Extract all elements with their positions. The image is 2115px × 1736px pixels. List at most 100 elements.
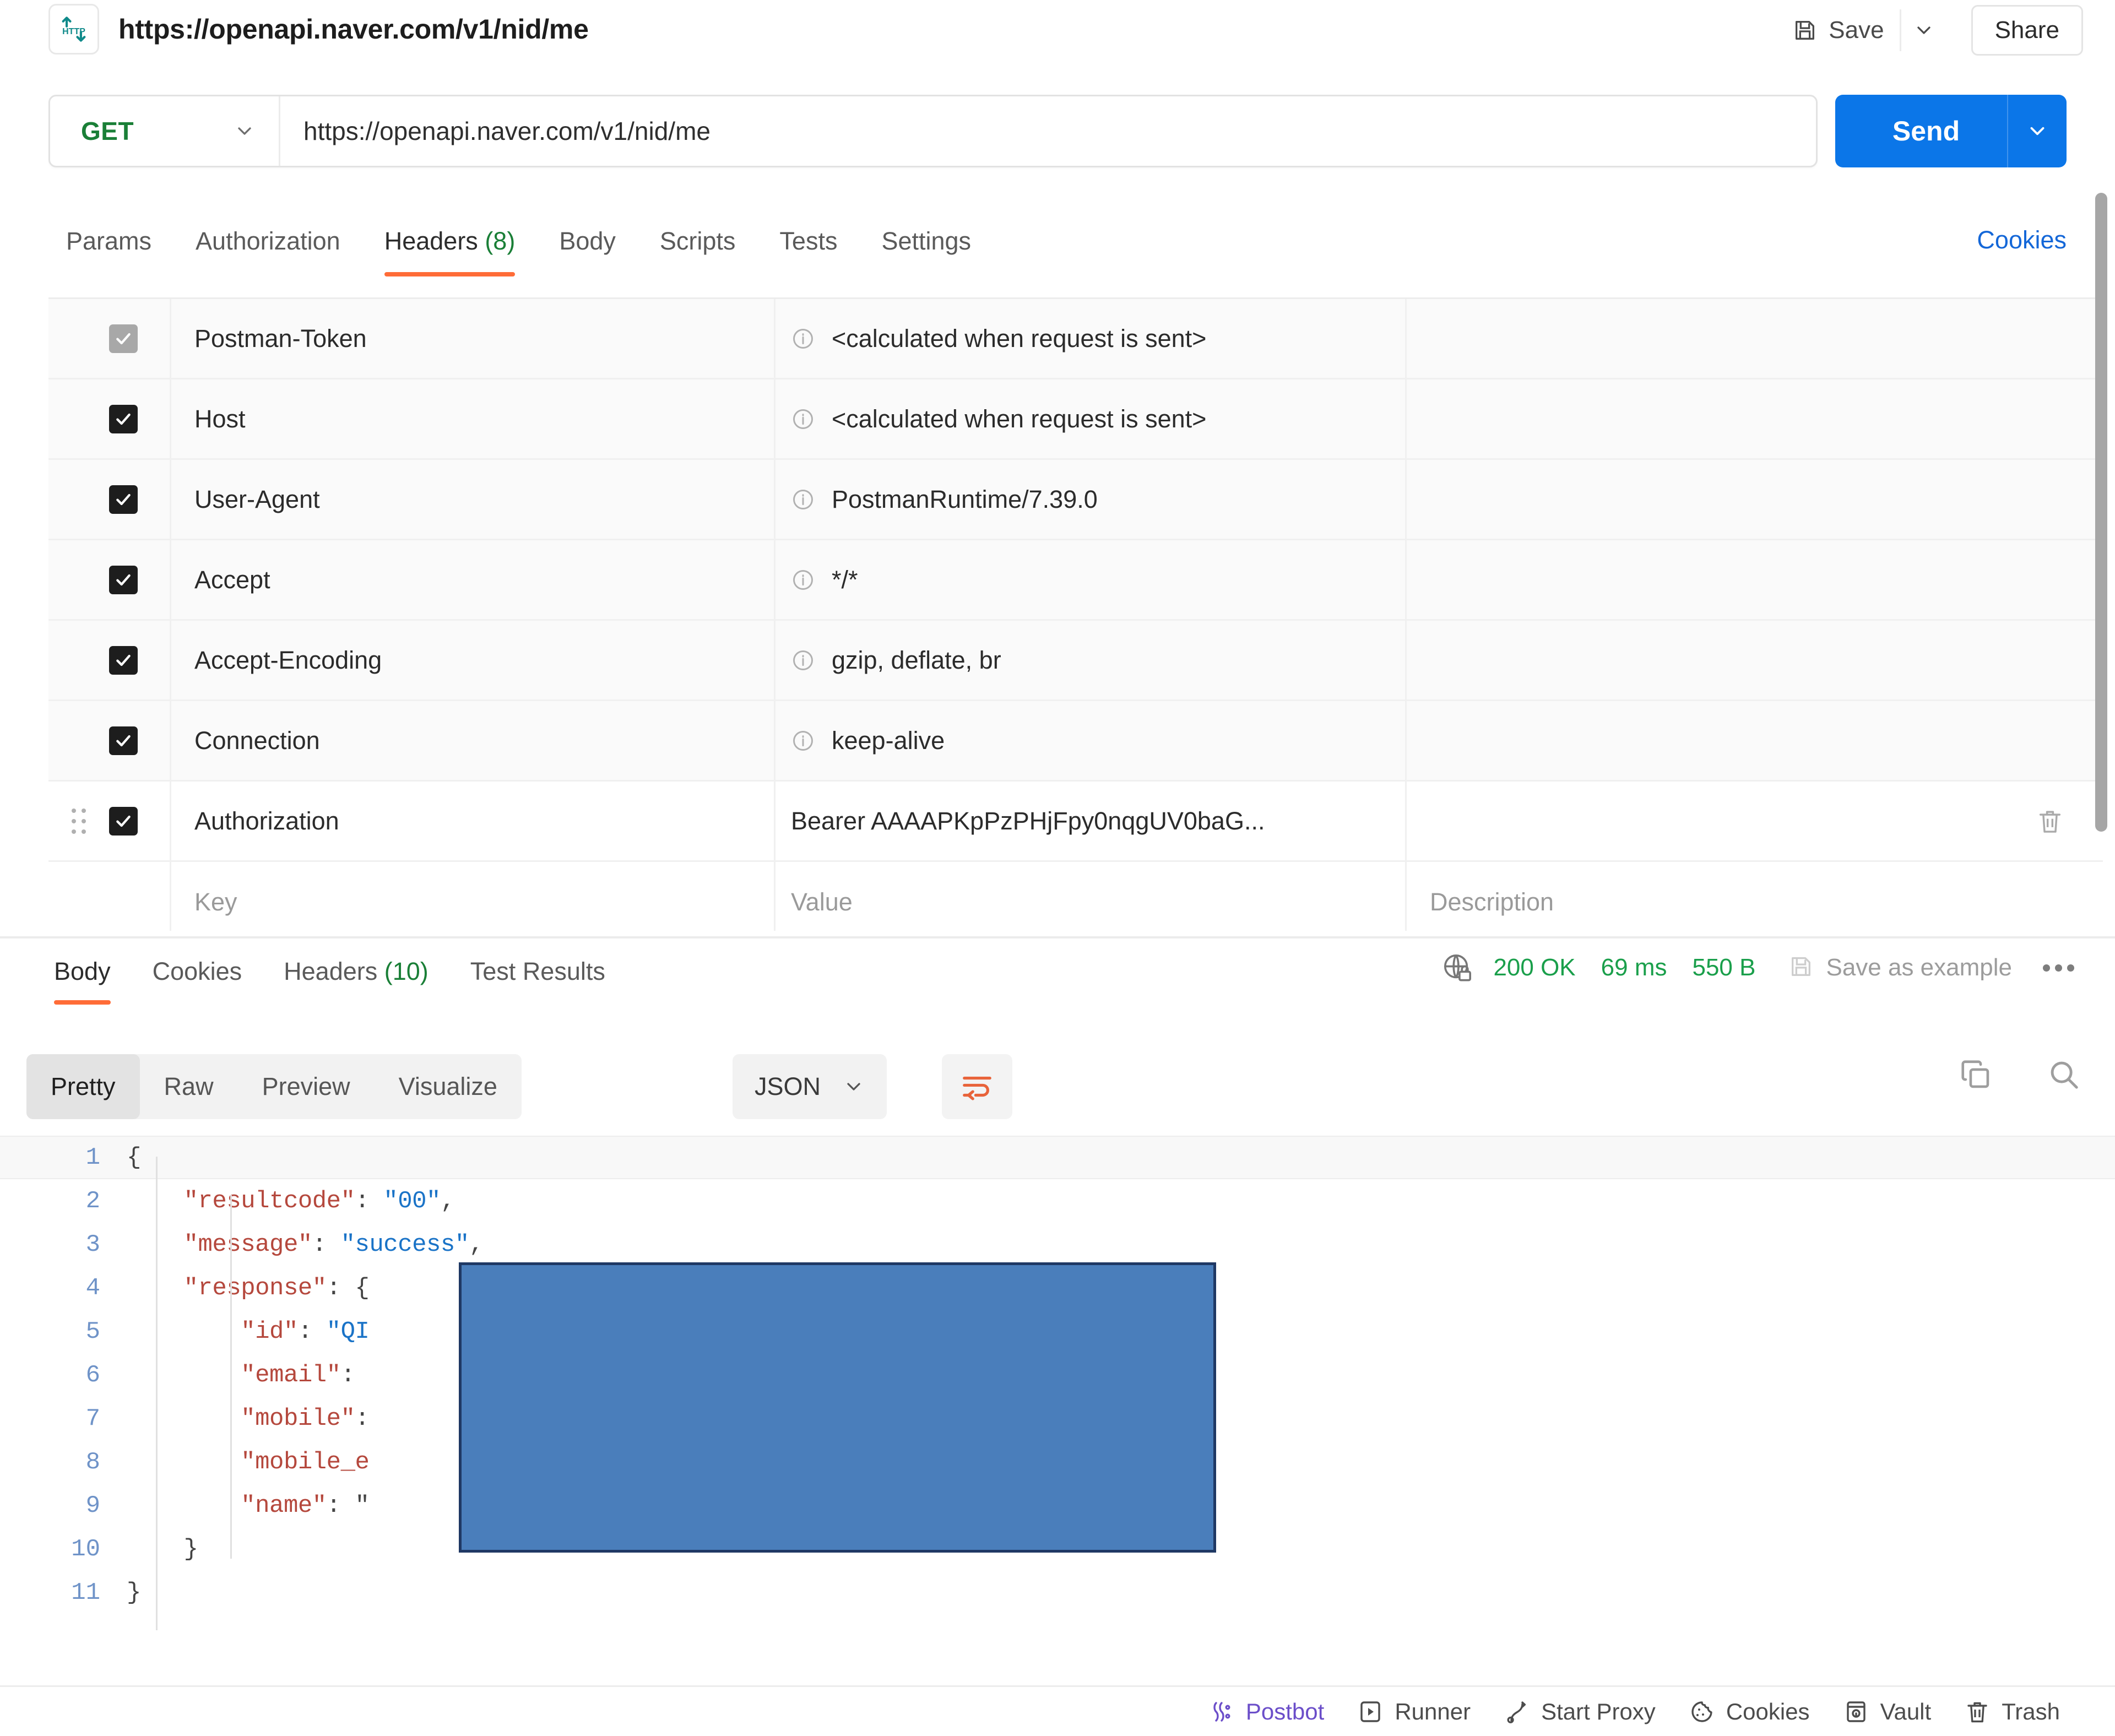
code-line-number: 11	[71, 1578, 100, 1607]
bottom-status-bar: Postbot Runner Start Proxy Cookies Vault Tras…	[0, 1685, 2115, 1736]
http-method-select[interactable]: GET	[50, 96, 280, 166]
header-value-text: PostmanRuntime/7.39.0	[832, 485, 1098, 513]
header-value-cell[interactable]: gzip, deflate, br	[776, 621, 1407, 699]
header-description-cell[interactable]	[1407, 540, 2103, 619]
send-button[interactable]: Send	[1835, 115, 2007, 147]
bottom-bar-postbot[interactable]: Postbot	[1192, 1693, 1341, 1730]
header-description-cell[interactable]	[1407, 701, 2103, 780]
header-description-cell[interactable]	[1407, 460, 2103, 539]
header-value-cell[interactable]: keep-alive	[776, 701, 1407, 780]
code-line-text: }	[127, 1535, 198, 1563]
copy-icon[interactable]	[1959, 1057, 1993, 1092]
trash-icon[interactable]	[2036, 806, 2064, 837]
response-tab-headers[interactable]: Headers (10)	[263, 946, 449, 1005]
header-enable-checkbox-cell	[109, 540, 170, 619]
response-tab-test-results[interactable]: Test Results	[449, 946, 626, 1005]
response-view-raw[interactable]: Raw	[140, 1054, 238, 1119]
response-tab-cookies[interactable]: Cookies	[132, 946, 263, 1005]
response-format-select[interactable]: JSON	[733, 1054, 887, 1119]
bottom-bar-vault[interactable]: Vault	[1826, 1693, 1948, 1730]
header-enable-checkbox[interactable]	[109, 565, 138, 594]
header-key-cell[interactable]: Accept-Encoding	[170, 621, 776, 699]
header-enable-checkbox[interactable]	[109, 806, 138, 836]
wrap-lines-button[interactable]	[942, 1054, 1012, 1119]
header-description-cell[interactable]	[1407, 782, 2103, 860]
header-description-input[interactable]: Description	[1407, 862, 2103, 931]
response-view-visualize[interactable]: Visualize	[375, 1054, 522, 1119]
header-description-cell[interactable]	[1407, 299, 2103, 378]
header-enable-checkbox[interactable]	[109, 404, 138, 433]
code-line-text: }	[127, 1578, 141, 1607]
send-button-group: Send	[1835, 95, 2067, 167]
share-button[interactable]: Share	[1971, 5, 2083, 56]
header-enable-checkbox-cell	[109, 460, 170, 539]
headers-table-scrollbar[interactable]	[2095, 193, 2107, 832]
header-key-cell[interactable]: Host	[170, 379, 776, 458]
header-key-cell[interactable]: Accept	[170, 540, 776, 619]
active-tab-underline	[54, 1000, 111, 1005]
code-line-number: 2	[85, 1187, 100, 1215]
request-tab-body[interactable]: Body	[537, 220, 638, 276]
response-body-toolbar: Pretty Raw Preview Visualize JSON	[0, 1046, 2115, 1135]
header-enable-checkbox-cell	[109, 299, 170, 378]
request-cookies-link[interactable]: Cookies	[1977, 226, 2067, 254]
request-tab-headers[interactable]: Headers (8)	[362, 220, 538, 276]
header-value-text: keep-alive	[832, 726, 945, 755]
header-row: User-Agent PostmanRuntime/7.39.0	[48, 460, 2103, 540]
header-enable-checkbox[interactable]	[109, 645, 138, 675]
tab-label: Test Results	[470, 957, 605, 985]
save-button[interactable]: Save	[1780, 9, 1896, 52]
tab-label: Settings	[881, 227, 972, 255]
header-description-cell[interactable]	[1407, 621, 2103, 699]
header-key-input[interactable]: Key	[170, 862, 776, 931]
header-value-cell[interactable]: */*	[776, 540, 1407, 619]
save-as-example-button[interactable]: Save as example	[1788, 954, 2012, 982]
header-value-cell[interactable]: Bearer AAAAPKpPzPHjFpy0nqgUV0baG...	[776, 782, 1407, 860]
save-dropdown-caret[interactable]	[1899, 9, 1947, 51]
header-enable-checkbox[interactable]	[109, 726, 138, 755]
response-tab-body[interactable]: Body	[33, 946, 132, 1005]
search-icon[interactable]	[2047, 1057, 2081, 1092]
http-protocol-icon: HTTP	[48, 4, 99, 55]
info-icon	[791, 487, 815, 512]
tab-label: Cookies	[152, 957, 242, 985]
header-value-input[interactable]: Value	[776, 862, 1407, 931]
response-more-options-icon[interactable]	[2035, 957, 2082, 979]
header-value-cell[interactable]: <calculated when request is sent>	[776, 379, 1407, 458]
trash-icon	[1964, 1699, 1991, 1725]
code-indent-guide	[156, 1157, 158, 1630]
request-tab-settings[interactable]: Settings	[859, 220, 993, 276]
bottom-bar-trash[interactable]: Trash	[1948, 1693, 2076, 1730]
header-key-cell[interactable]: Postman-Token	[170, 299, 776, 378]
bottom-bar-label: Vault	[1880, 1698, 1932, 1724]
header-enable-checkbox[interactable]	[109, 324, 138, 353]
url-input[interactable]: https://openapi.naver.com/v1/nid/me	[280, 96, 1816, 166]
bottom-bar-runner[interactable]: Runner	[1341, 1693, 1487, 1730]
response-view-preview[interactable]: Preview	[238, 1054, 375, 1119]
request-tab-params[interactable]: Params	[44, 220, 173, 276]
response-view-pretty[interactable]: Pretty	[26, 1054, 140, 1119]
header-key-cell[interactable]: User-Agent	[170, 460, 776, 539]
send-dropdown-caret[interactable]	[2007, 95, 2067, 167]
header-enable-checkbox[interactable]	[109, 485, 138, 514]
request-tab-scripts[interactable]: Scripts	[638, 220, 758, 276]
bottom-bar-cookies[interactable]: Cookies	[1672, 1693, 1826, 1730]
header-row-drag-handle[interactable]	[48, 782, 109, 860]
header-value-text: gzip, deflate, br	[832, 645, 1001, 674]
header-description-cell[interactable]	[1407, 379, 2103, 458]
tab-label: Tests	[779, 227, 838, 255]
request-tab-authorization[interactable]: Authorization	[173, 220, 362, 276]
code-line-number: 7	[85, 1404, 100, 1433]
http-method-label: GET	[81, 117, 134, 145]
tab-label: Params	[66, 227, 152, 255]
header-value-cell[interactable]: <calculated when request is sent>	[776, 299, 1407, 378]
info-icon	[791, 729, 815, 753]
request-tab-tests[interactable]: Tests	[757, 220, 859, 276]
header-key-cell[interactable]: Connection	[170, 701, 776, 780]
header-key-cell[interactable]: Authorization	[170, 782, 776, 860]
header-enable-checkbox-cell	[109, 862, 170, 931]
code-line-text: {	[127, 1143, 141, 1171]
bottom-bar-start-proxy[interactable]: Start Proxy	[1487, 1693, 1672, 1730]
response-time: 69 ms	[1601, 954, 1667, 981]
header-value-cell[interactable]: PostmanRuntime/7.39.0	[776, 460, 1407, 539]
